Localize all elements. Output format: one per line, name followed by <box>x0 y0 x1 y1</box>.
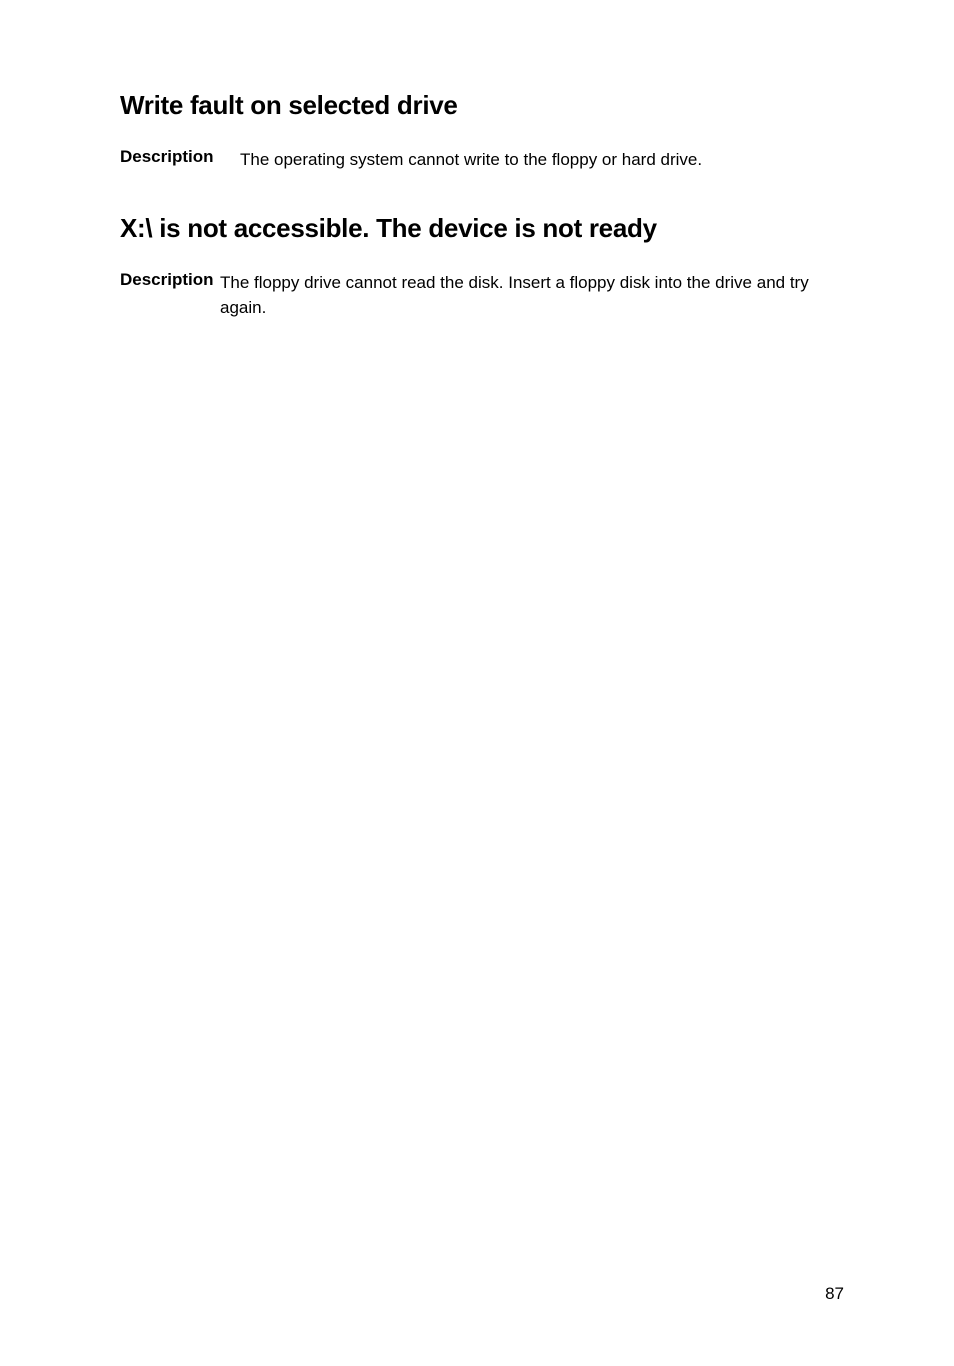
description-text: The operating system cannot write to the… <box>240 147 702 173</box>
heading-not-accessible: X:\ is not accessible. The device is not… <box>120 213 844 244</box>
page-number: 87 <box>825 1284 844 1304</box>
description-row: Description The operating system cannot … <box>120 147 844 173</box>
page-content: Write fault on selected drive Descriptio… <box>0 0 954 321</box>
description-label: Description <box>120 147 240 167</box>
section-not-accessible: X:\ is not accessible. The device is not… <box>120 213 844 321</box>
description-text: The floppy drive cannot read the disk. I… <box>220 270 844 321</box>
description-row: Description The floppy drive cannot read… <box>120 270 844 321</box>
heading-write-fault: Write fault on selected drive <box>120 90 844 121</box>
section-write-fault: Write fault on selected drive Descriptio… <box>120 90 844 173</box>
description-label: Description <box>120 270 220 290</box>
